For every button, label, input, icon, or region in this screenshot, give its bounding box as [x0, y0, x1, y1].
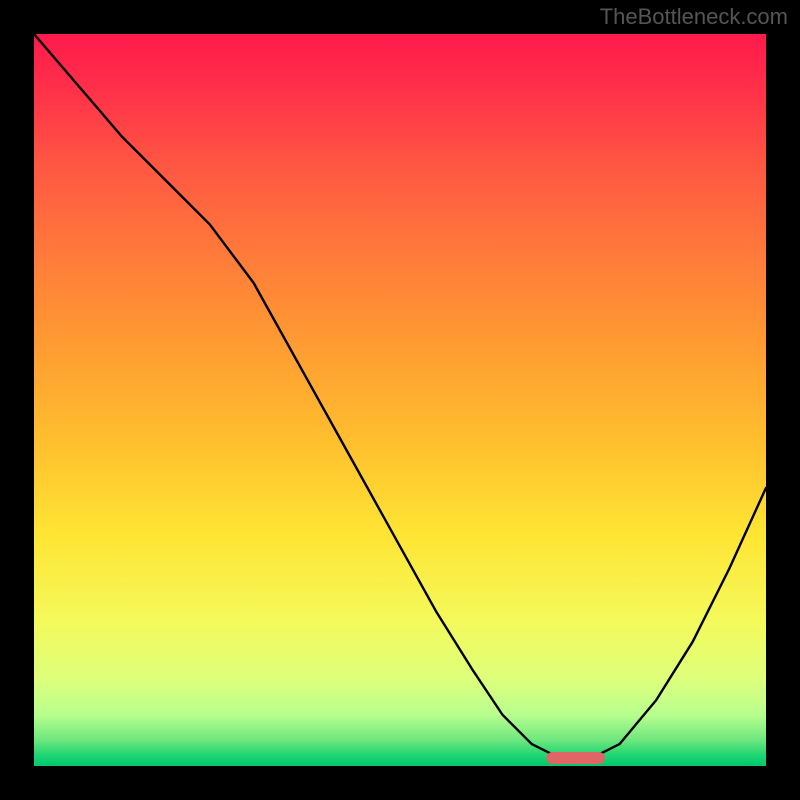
optimal-marker: [546, 752, 605, 764]
chart-svg: [34, 34, 766, 766]
plot-area: [34, 34, 766, 766]
watermark-text: TheBottleneck.com: [600, 4, 788, 30]
gradient-background: [34, 34, 766, 766]
chart-container: TheBottleneck.com: [0, 0, 800, 800]
